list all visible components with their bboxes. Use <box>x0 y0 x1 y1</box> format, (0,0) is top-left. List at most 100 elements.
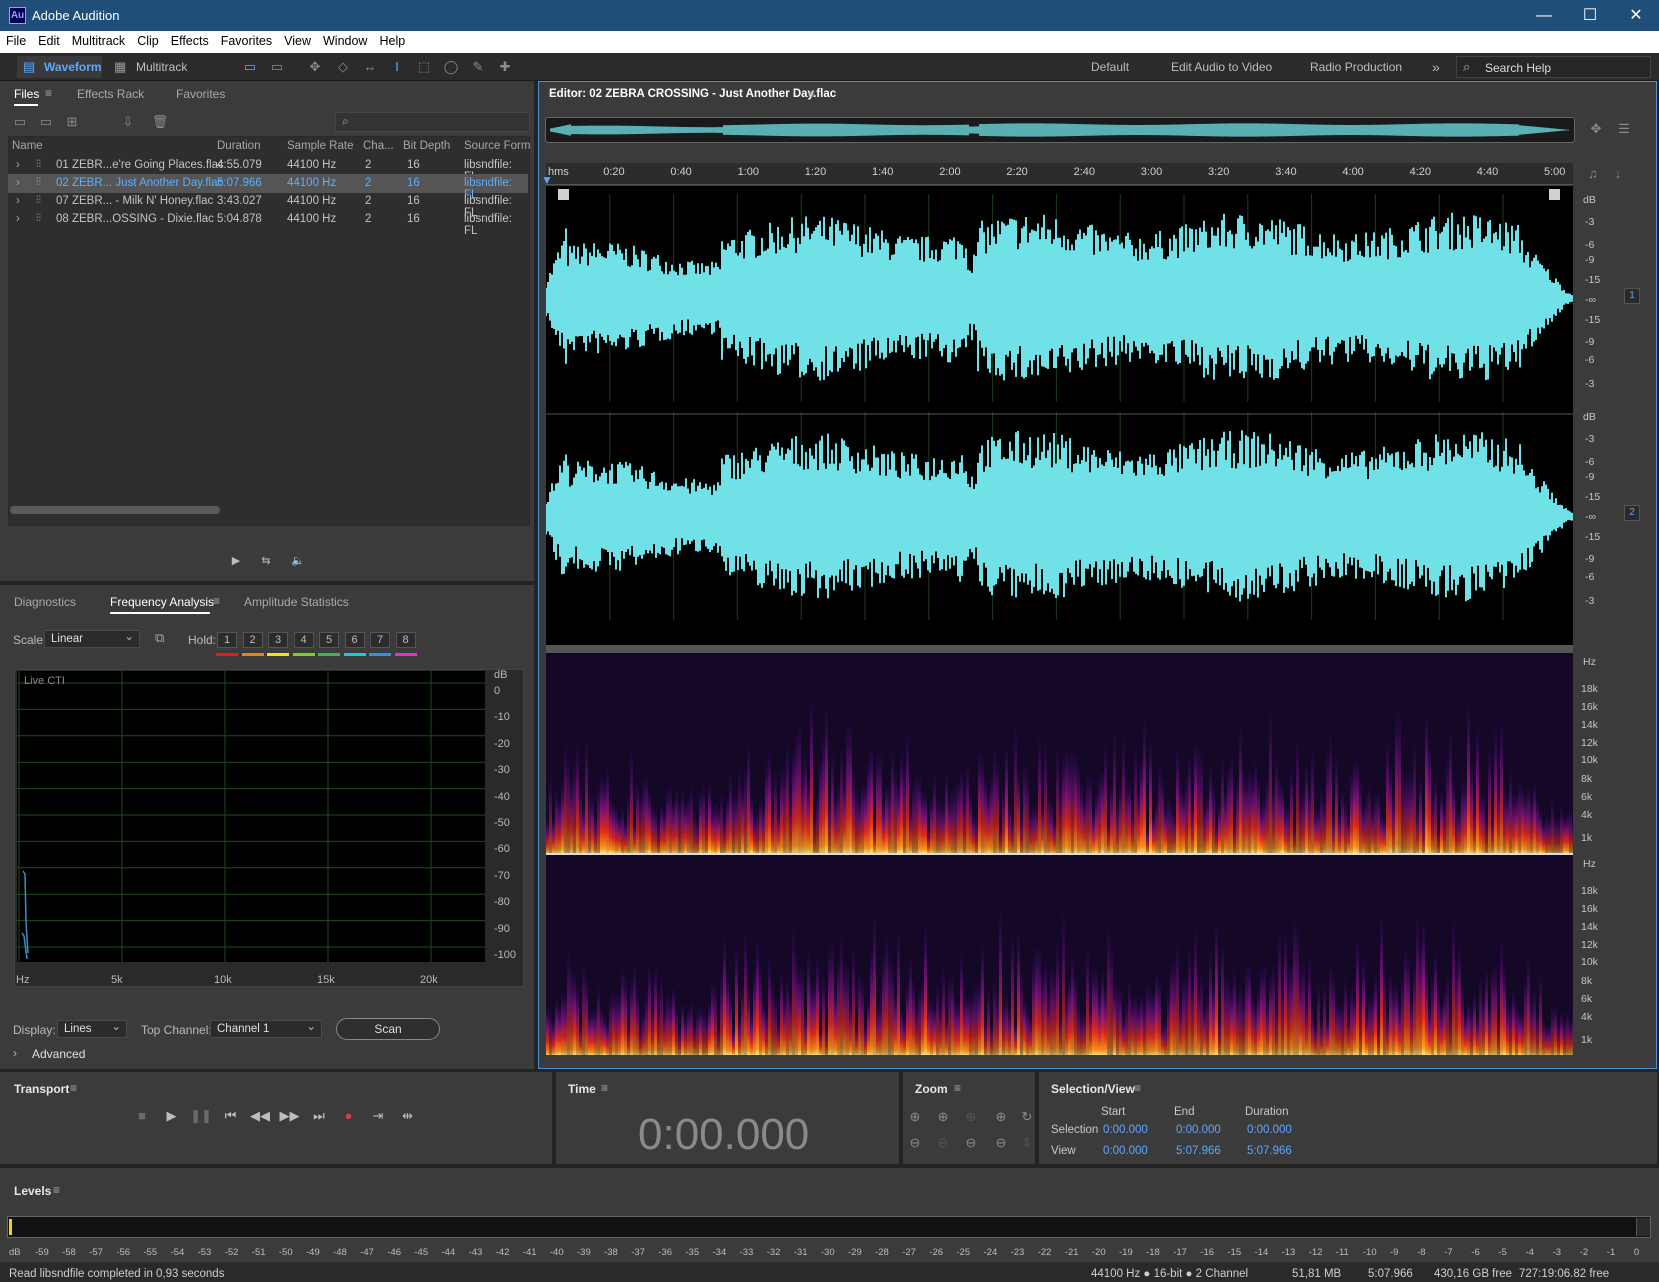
workspace-default[interactable]: Default <box>1091 57 1129 77</box>
new-file-icon[interactable]: ⊞ <box>62 113 82 131</box>
channel-2-badge[interactable]: 2 <box>1624 505 1640 521</box>
column-header-channels[interactable]: Cha... <box>363 140 394 152</box>
zoom-out-amplitude-icon[interactable]: ⊖ <box>905 1134 925 1152</box>
file-row[interactable]: › ⫶⫶ 08 ZEBR...OSSING - Dixie.flac 5:04.878… <box>8 210 528 237</box>
spectral-pitch-icon[interactable]: ▭ <box>267 58 287 76</box>
skip-selection-button[interactable]: ⇹ <box>397 1108 419 1126</box>
column-header-sample-rate[interactable]: Sample Rate <box>287 140 353 152</box>
pause-button[interactable]: ❚❚ <box>190 1108 212 1126</box>
zoom-out-time-icon[interactable]: ⊖ <box>933 1134 953 1152</box>
tab-diagnostics[interactable]: Diagnostics <box>14 595 76 609</box>
fade-out-handle[interactable] <box>1549 189 1560 200</box>
workspace-radio-production[interactable]: Radio Production <box>1310 57 1402 77</box>
expand-row-icon[interactable]: › <box>16 177 20 189</box>
zoom-out-full-icon[interactable]: ⊖ <box>991 1134 1011 1152</box>
workspace-edit-audio-to-video[interactable]: Edit Audio to Video <box>1171 57 1272 77</box>
hold-button-2[interactable]: 2 <box>242 632 263 648</box>
zoom-in-time-icon[interactable]: ⊕ <box>933 1108 953 1126</box>
lasso-tool-icon[interactable]: ◯ <box>441 58 461 76</box>
menu-window[interactable]: Window <box>317 31 373 48</box>
horizontal-scrollbar[interactable] <box>10 506 220 514</box>
search-help-field[interactable]: ⌕ Search Help <box>1456 56 1651 78</box>
zoom-in-point-icon[interactable]: ⊕ <box>961 1108 981 1126</box>
move-tool-icon[interactable]: ✥ <box>305 58 325 76</box>
column-header-duration[interactable]: Duration <box>217 140 260 152</box>
menu-edit[interactable]: Edit <box>32 31 66 48</box>
time-selection-tool-icon[interactable]: I <box>387 58 407 76</box>
rewind-button[interactable]: ◀◀ <box>249 1108 271 1126</box>
clip-indicator[interactable] <box>1636 1218 1650 1236</box>
delete-file-icon[interactable]: 🗑 <box>150 113 170 131</box>
transport-menu-icon[interactable]: ≡ <box>70 1081 77 1095</box>
multitrack-view-button[interactable]: ▦ Multitrack <box>112 56 197 78</box>
expand-row-icon[interactable]: › <box>16 159 20 171</box>
headphones-icon[interactable]: ♫ <box>1583 165 1603 183</box>
hold-button-5[interactable]: 5 <box>319 632 339 648</box>
view-duration-field[interactable]: 5:07.966 <box>1247 1145 1292 1157</box>
scale-dropdown[interactable]: Linear <box>44 629 140 648</box>
top-channel-dropdown[interactable]: Channel 1 <box>210 1019 322 1038</box>
menu-help[interactable]: Help <box>373 31 411 48</box>
go-to-start-button[interactable]: ⏮ <box>220 1108 242 1126</box>
minimize-button[interactable]: — <box>1521 4 1567 28</box>
column-header-source-format[interactable]: Source Form <box>464 140 530 152</box>
zoom-selection-icon[interactable]: ⊕ <box>991 1108 1011 1126</box>
levels-menu-icon[interactable]: ≡ <box>53 1183 60 1197</box>
menu-multitrack[interactable]: Multitrack <box>66 31 131 48</box>
file-row[interactable]: › ⫶⫶ 07 ZEBR... - Milk N' Honey.flac 3:43.0… <box>8 192 528 219</box>
column-header-name[interactable]: Name <box>12 140 43 152</box>
time-ruler[interactable]: hms 0:20 0:40 1:00 1:20 1:40 2:00 2:20 2:40 3:00 3… <box>546 163 1573 185</box>
file-row[interactable]: › ⫶⫶ 02 ZEBR... Just Another Day.flac 5:07.… <box>8 174 528 201</box>
go-to-end-button[interactable]: ⏭ <box>308 1108 330 1126</box>
time-menu-icon[interactable]: ≡ <box>601 1081 608 1095</box>
maximize-button[interactable]: ☐ <box>1567 4 1613 28</box>
close-button[interactable]: ✕ <box>1613 4 1659 28</box>
display-dropdown[interactable]: Lines <box>57 1019 127 1038</box>
zoom-out-point-icon[interactable]: ⊖ <box>961 1134 981 1152</box>
advanced-section-label[interactable]: Advanced <box>32 1047 85 1061</box>
open-file-icon[interactable]: ▭ <box>10 113 30 131</box>
spectral-frequency-display[interactable] <box>546 653 1573 1058</box>
view-end-field[interactable]: 5:07.966 <box>1176 1145 1221 1157</box>
stop-button[interactable]: ■ <box>131 1108 153 1126</box>
tab-frequency-analysis[interactable]: Frequency Analysis <box>110 595 214 609</box>
playhead-marker[interactable]: ▼ <box>541 173 553 187</box>
hold-button-6[interactable]: 6 <box>344 632 365 648</box>
selection-start-field[interactable]: 0:00.000 <box>1103 1124 1148 1136</box>
hold-button-3[interactable]: 3 <box>268 632 288 648</box>
waveform-view-button[interactable]: ▤ Waveform <box>17 56 102 78</box>
advanced-expand-icon[interactable]: › <box>13 1046 17 1060</box>
tab-favorites[interactable]: Favorites <box>176 87 225 101</box>
fade-in-handle[interactable] <box>558 189 569 200</box>
auto-play-icon[interactable]: 🔈 <box>288 554 308 570</box>
frequency-analysis-menu-icon[interactable]: ≡ <box>213 594 220 608</box>
paintbrush-tool-icon[interactable]: ✎ <box>468 58 488 76</box>
hold-button-8[interactable]: 8 <box>395 632 416 648</box>
column-header-bit-depth[interactable]: Bit Depth <box>403 140 450 152</box>
expand-row-icon[interactable]: › <box>16 195 20 207</box>
hold-button-4[interactable]: 4 <box>293 632 314 648</box>
scan-button[interactable]: Scan <box>336 1018 440 1040</box>
loop-preview-icon[interactable]: ⇆ <box>256 554 276 570</box>
zoom-reset-icon[interactable]: ↻ <box>1017 1108 1037 1126</box>
zoom-in-amplitude-icon[interactable]: ⊕ <box>905 1108 925 1126</box>
tab-effects-rack[interactable]: Effects Rack <box>77 87 144 101</box>
file-row[interactable]: › ⫶⫶ 01 ZEBR...e're Going Places.flac 4:55.… <box>8 156 528 183</box>
editor-panel-options-icon[interactable]: ☰ <box>1614 120 1634 138</box>
loop-button[interactable]: ⇥ <box>367 1108 389 1126</box>
record-button[interactable]: ● <box>338 1108 360 1126</box>
tab-amplitude-statistics[interactable]: Amplitude Statistics <box>244 595 349 609</box>
files-menu-icon[interactable]: ≡ <box>45 86 52 100</box>
hold-button-1[interactable]: 1 <box>217 632 237 648</box>
menu-file[interactable]: File <box>0 31 32 48</box>
menu-effects[interactable]: Effects <box>165 31 215 48</box>
menu-clip[interactable]: Clip <box>131 31 165 48</box>
expand-row-icon[interactable]: › <box>16 213 20 225</box>
spot-healing-tool-icon[interactable]: ✚ <box>495 58 515 76</box>
import-file-icon[interactable]: ▭ <box>36 113 56 131</box>
overview-bar[interactable] <box>545 117 1575 143</box>
play-preview-icon[interactable]: ▶ <box>226 554 246 570</box>
pin-icon[interactable]: ↓ <box>1608 165 1628 183</box>
fast-forward-button[interactable]: ▶▶ <box>279 1108 301 1126</box>
marquee-tool-icon[interactable]: ⬚ <box>414 58 434 76</box>
